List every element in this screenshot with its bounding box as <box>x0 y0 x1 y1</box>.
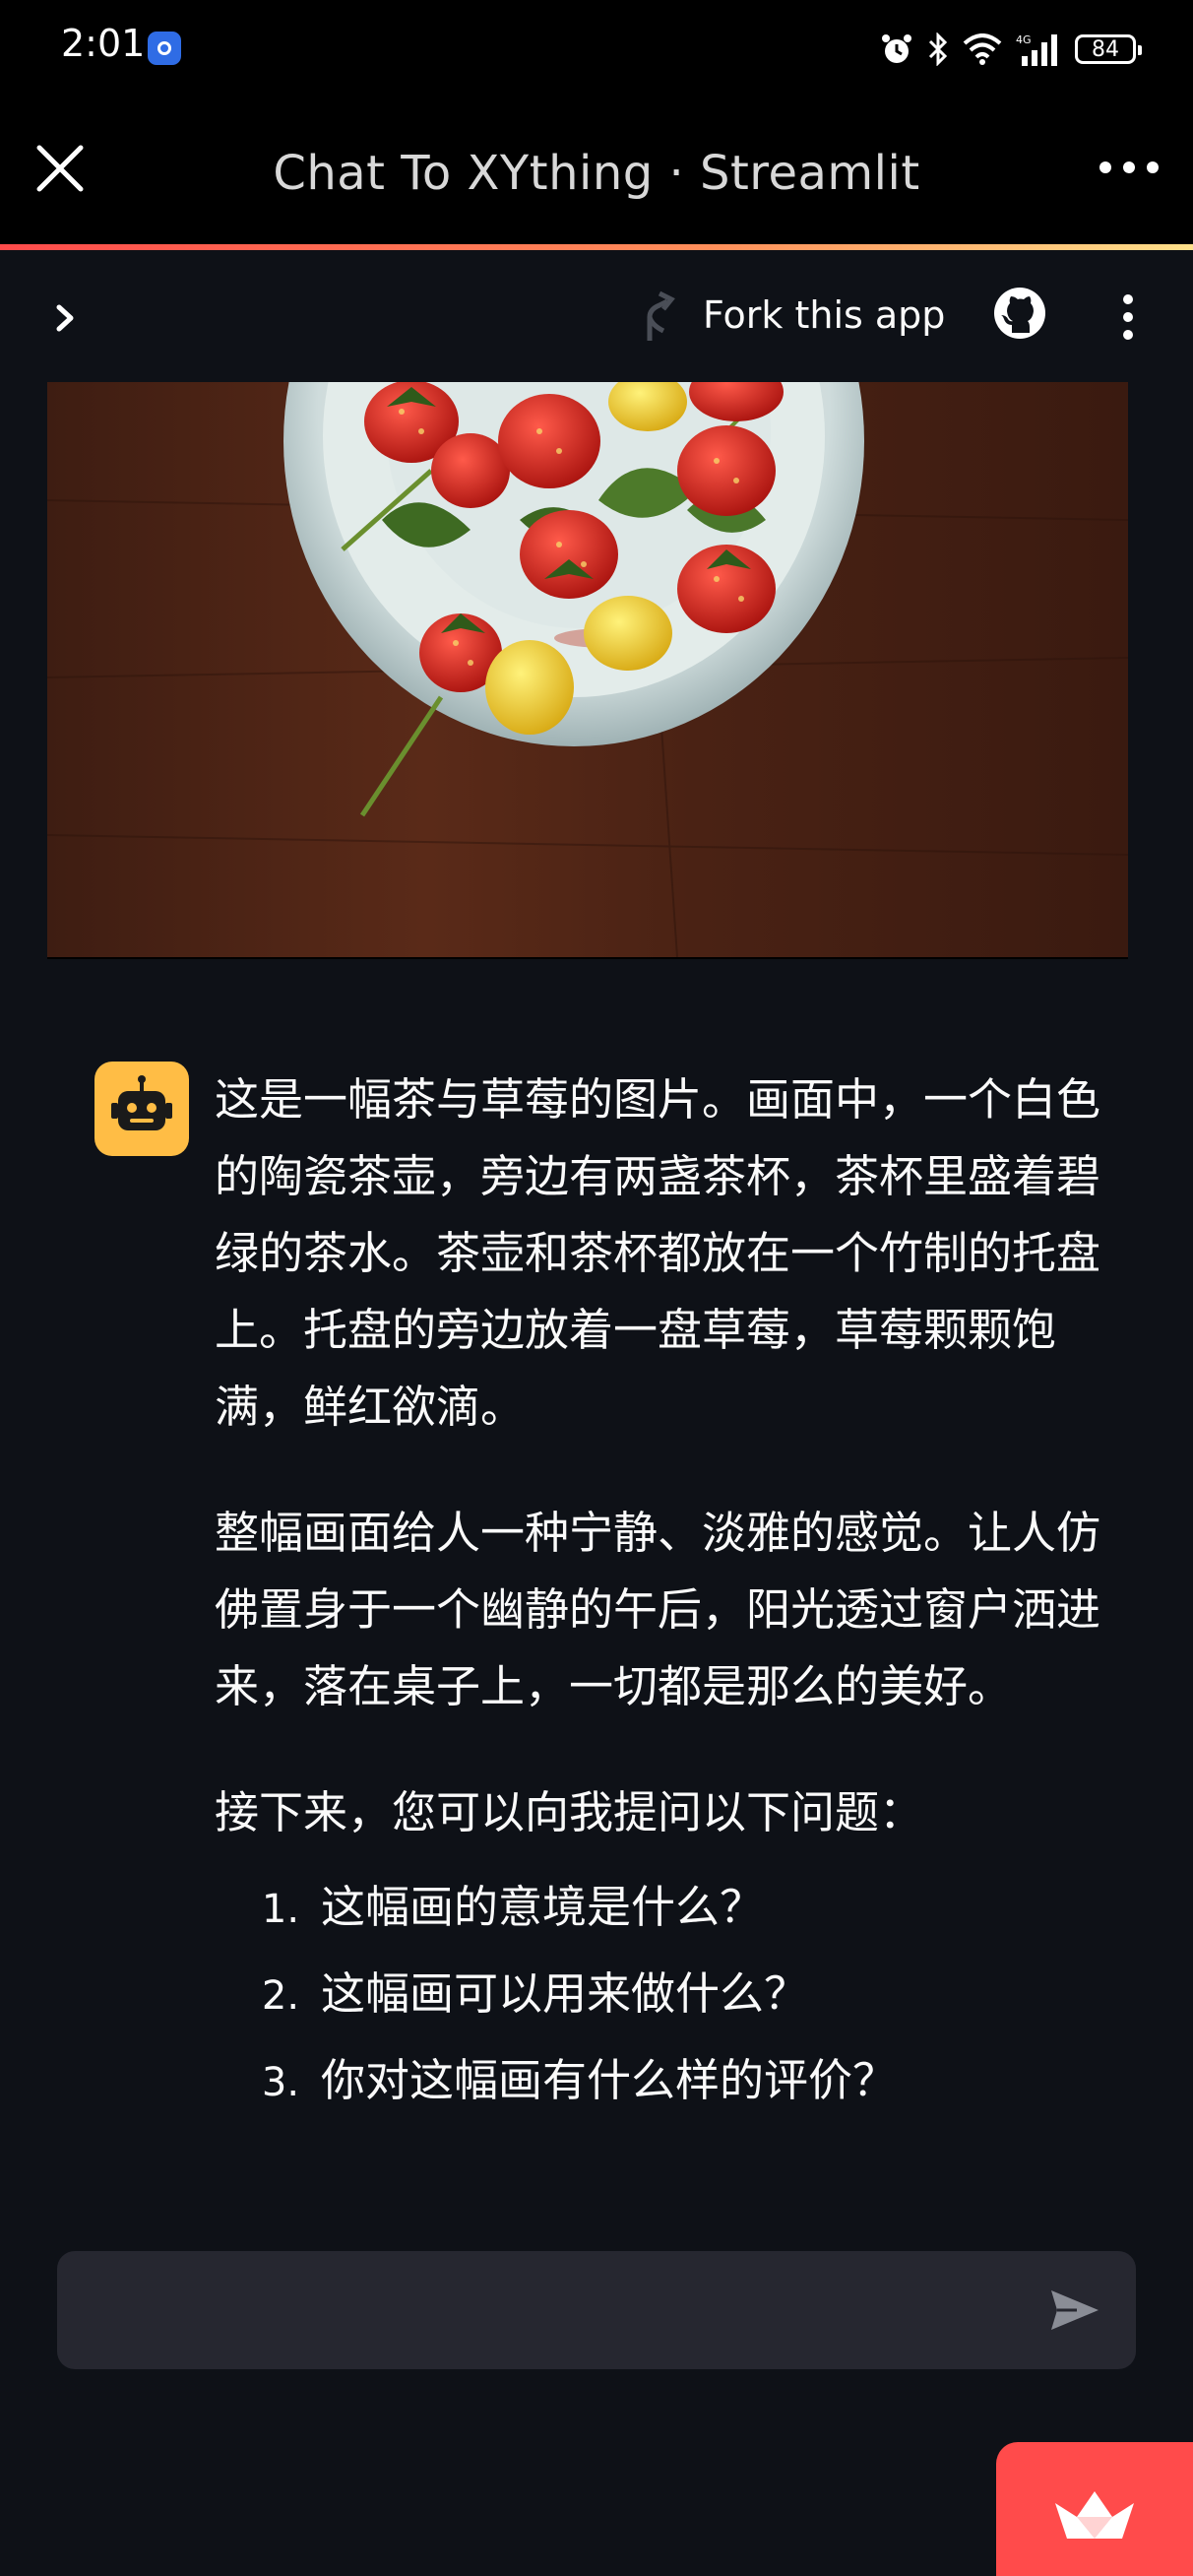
list-item-text: 这幅画可以用来做什么？ <box>321 1967 809 2020</box>
github-icon[interactable] <box>992 286 1047 341</box>
fork-icon <box>647 290 675 341</box>
bot-avatar <box>94 1062 189 1156</box>
streamlit-badge[interactable] <box>996 2442 1193 2576</box>
message-paragraph: 这是一幅茶与草莓的图片。画面中，一个白色的陶瓷茶壶，旁边有两盏茶杯，茶杯里盛着碧… <box>215 1073 1101 1433</box>
list-item: 1. 这幅画的意境是什么？ <box>215 1869 1120 1956</box>
robot-icon <box>111 1075 172 1130</box>
list-item: 2. 这幅画可以用来做什么？ <box>215 1956 1120 2042</box>
chat-input[interactable] <box>87 2251 1036 2371</box>
cellular-signal-icon: 4G <box>1016 33 1057 66</box>
page-title: Chat To XYthing · Streamlit <box>273 146 920 201</box>
message-paragraph: 接下来，您可以向我提问以下问题： <box>215 1786 924 1838</box>
status-time: 2:01 <box>61 22 146 65</box>
list-item-text: 这幅画的意境是什么？ <box>321 1881 765 1933</box>
fork-app-button[interactable]: Fork this app <box>638 288 945 343</box>
question-list: 1. 这幅画的意境是什么？ 2. 这幅画可以用来做什么？ 3. 你对这幅画有什么… <box>215 1869 1120 2129</box>
list-item: 3. 你对这幅画有什么样的评价？ <box>215 2042 1120 2129</box>
list-item-text: 你对这幅画有什么样的评价？ <box>321 2054 898 2106</box>
list-item-number: 2. <box>261 1973 300 2019</box>
svg-text:4G: 4G <box>1016 33 1032 46</box>
message-body: 这是一幅茶与草莓的图片。画面中，一个白色的陶瓷茶壶，旁边有两盏茶杯，茶杯里盛着碧… <box>215 1062 1120 2129</box>
bluetooth-icon <box>928 32 948 66</box>
chevron-right-icon[interactable] <box>47 293 87 343</box>
message-paragraph: 整幅画面给人一种宁静、淡雅的感觉。让人仿佛置身于一个幽静的午后，阳光透过窗户洒进… <box>215 1507 1101 1712</box>
main-menu-icon[interactable] <box>1110 290 1146 345</box>
wifi-icon <box>963 33 1002 65</box>
app-bar: Chat To XYthing · Streamlit <box>0 98 1193 244</box>
send-icon[interactable] <box>1047 2283 1102 2338</box>
streamlit-logo-icon <box>1055 2491 1134 2539</box>
alarm-icon <box>882 34 911 63</box>
status-icons: 4G 84 <box>880 28 1142 71</box>
chat-input-container <box>57 2251 1136 2371</box>
list-item-number: 3. <box>261 2060 300 2105</box>
app-notification-icon <box>148 32 181 65</box>
list-item-number: 1. <box>261 1887 300 1932</box>
fork-label: Fork this app <box>703 293 946 337</box>
streamlit-header: Fork this app <box>0 250 1193 384</box>
strawberries-image <box>47 382 1128 959</box>
status-bar: 2:01 4G 84 <box>0 0 1193 98</box>
more-options-icon[interactable] <box>1095 148 1163 187</box>
battery-level: 84 <box>1092 36 1119 62</box>
battery-icon: 84 <box>1075 34 1142 64</box>
